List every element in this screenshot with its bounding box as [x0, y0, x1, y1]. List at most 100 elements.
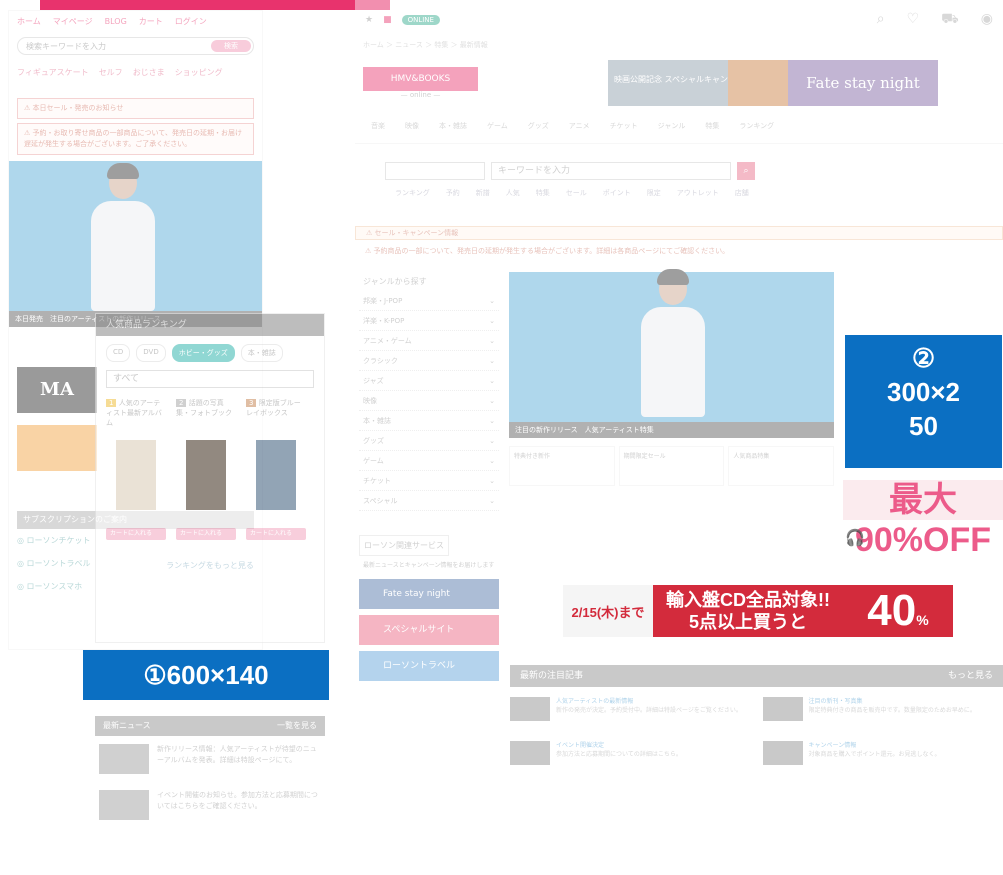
add-to-cart-button[interactable]: カートに入れる [106, 528, 166, 540]
ranking-genre-select[interactable]: すべて [106, 370, 314, 388]
ranking-item[interactable]: 3 限定版ブルーレイボックス カートに入れる [246, 398, 306, 540]
hero-thumb[interactable]: 特典付き新作 [509, 446, 615, 486]
sidebar-news-text: 最新ニュースとキャンペーン情報をお届けします [363, 562, 495, 569]
logo-icon[interactable]: ★ [365, 15, 373, 25]
sidebar-item[interactable]: 邦楽・J-POP ⌄ [359, 291, 499, 311]
ranking-tab[interactable]: CD [106, 344, 131, 362]
sidebar-item[interactable]: 映像 ⌄ [359, 391, 499, 411]
sidebar-item[interactable]: ゲーム ⌄ [359, 451, 499, 471]
ranking-tab-active[interactable]: ホビー・グッズ [171, 344, 235, 362]
ranking-tab[interactable]: 本・雑誌 [240, 344, 283, 362]
left-news-more[interactable]: 一覧を見る [277, 716, 317, 736]
search-tag[interactable]: 人気 [506, 188, 520, 198]
add-to-cart-button[interactable]: カートに入れる [176, 528, 236, 540]
sidebar-item[interactable]: クラシック ⌄ [359, 351, 499, 371]
search-tag[interactable]: 限定 [647, 188, 661, 198]
latest-more[interactable]: もっと見る [948, 665, 993, 687]
ranking-tab[interactable]: DVD [136, 344, 166, 362]
ranking-item[interactable]: 1 人気のアーティスト最新アルバム カートに入れる [106, 398, 166, 540]
search-button[interactable]: ⌕ [737, 162, 755, 180]
menu-item[interactable]: 映像 [405, 121, 419, 131]
percent-off-label: % [916, 612, 929, 628]
sidebar-item[interactable]: ジャズ ⌄ [359, 371, 499, 391]
mobile-nav-home[interactable]: ホーム [17, 16, 41, 27]
cd-campaign-banner[interactable]: 2/15(木)まで 輸入盤CD全品対象!! 5点以上買うと 40% [563, 585, 953, 637]
latest-item[interactable]: 注目の新刊・写真集 限定特典付きの商品を販売中です。数量限定のためお早めに。 [762, 697, 1003, 721]
mobile-notice-1[interactable]: ⚠ 本日セール・発売のお知らせ [17, 98, 254, 119]
sidebar-item[interactable]: チケット ⌄ [359, 471, 499, 491]
desktop-search-input[interactable]: キーワードを入力 [491, 162, 731, 180]
news-item[interactable]: イベント開催のお知らせ。参加方法と応募期間についてはこちらをご確認ください。 [95, 782, 325, 828]
menu-item[interactable]: チケット [610, 121, 638, 131]
search-tag[interactable]: セール [566, 188, 587, 198]
sidebar-item[interactable]: グッズ ⌄ [359, 431, 499, 451]
mobile-nav-login[interactable]: ログイン [175, 16, 207, 27]
search-icon[interactable]: ⌕ [877, 11, 885, 29]
mobile-nav-cart[interactable]: カート [139, 16, 163, 27]
mobile-link[interactable]: おじさま [133, 67, 165, 78]
sidebar-item[interactable]: アニメ・ゲーム ⌄ [359, 331, 499, 351]
sidebar-banner[interactable]: Fate stay night [359, 579, 499, 609]
menu-item[interactable]: ゲーム [487, 121, 508, 131]
sidebar-item[interactable]: 洋楽・K-POP ⌄ [359, 311, 499, 331]
sidebar-banner[interactable]: スペシャルサイト [359, 615, 499, 645]
mobile-link[interactable]: フィギュアスケート [17, 67, 89, 78]
sale-banner[interactable]: 最大90%OFF [843, 480, 1003, 559]
menu-item[interactable]: 音楽 [371, 121, 385, 131]
mobile-nav-blog[interactable]: BLOG [105, 17, 127, 26]
search-tags: ランキング 予約 新譜 人気 特集 セール ポイント 限定 アウトレット 店舗 [355, 188, 1003, 198]
cart-icon[interactable]: ⛟ [941, 11, 959, 29]
mobile-nav-mypage[interactable]: マイページ [53, 16, 93, 27]
mobile-link[interactable]: セルフ [99, 67, 123, 78]
sidebar-link-text: ローソントラベル [26, 559, 91, 568]
mobile-notice-2[interactable]: ⚠ 予約・お取り寄せ商品の一部商品について、発売日の延期・お届け遅延が発生する場… [17, 123, 254, 155]
ringtone-banner[interactable]: 🎧 [845, 528, 1003, 558]
fate-banner[interactable]: Fate stay night [788, 60, 938, 106]
menu-item[interactable]: 特集 [705, 121, 719, 131]
search-tag[interactable]: 予約 [446, 188, 460, 198]
hero-thumb[interactable]: 人気商品特集 [728, 446, 835, 486]
mobile-search-input[interactable]: 検索キーワードを入力 検索 [17, 37, 254, 55]
search-tag[interactable]: 店舗 [735, 188, 749, 198]
search-tag[interactable]: 新譜 [476, 188, 490, 198]
warning-icon: ⚠ [24, 129, 33, 137]
search-tag[interactable]: アウトレット [677, 188, 719, 198]
ranking-panel: 人気商品ランキング CD DVD ホビー・グッズ 本・雑誌 すべて 1 人気のア… [95, 313, 325, 643]
mobile-link[interactable]: ショッピング [175, 67, 223, 78]
desktop-notice-2[interactable]: ⚠ 予約商品の一部について、発売日の延期が発生する場合がございます。詳細は各商品… [355, 240, 1003, 262]
user-icon[interactable]: ◉ [981, 11, 993, 29]
banner-art [728, 60, 788, 106]
search-category-select[interactable] [385, 162, 485, 180]
news-item[interactable]: 新作リリース情報：人気アーティストが待望のニューアルバムを発表。詳細は特設ページ… [95, 736, 325, 782]
menu-item[interactable]: 本・雑誌 [439, 121, 467, 131]
ranking-item[interactable]: 2 話題の写真集・フォトブック カートに入れる [176, 398, 236, 540]
search-tag[interactable]: ランキング [395, 188, 430, 198]
ranking-more-link[interactable]: ランキングをもっと見る [96, 550, 324, 581]
mobile-search-button[interactable]: 検索 [211, 40, 251, 52]
breadcrumb[interactable]: ホーム ＞ ニュース ＞ 特集 ＞ 最新情報 [355, 40, 1003, 58]
heart-icon[interactable]: ♡ [907, 11, 920, 29]
menu-item[interactable]: ジャンル [658, 121, 686, 131]
latest-item[interactable]: 人気アーティストの最新情報 新作の発売が決定。予約受付中。詳細は特設ページをご覧く… [510, 697, 751, 721]
campaign-banner[interactable]: 映画公開記念 スペシャルキャンペーン [608, 60, 788, 106]
menu-item[interactable]: ランキング [739, 121, 774, 131]
hero-thumb[interactable]: 期間限定セール [618, 446, 725, 486]
desktop-notice-1[interactable]: ⚠ セール・キャンペーン情報 [355, 226, 1003, 240]
sidebar-item-label: 映像 [363, 396, 377, 405]
sidebar-item-label: スペシャル [363, 496, 398, 505]
sidebar-banner[interactable]: ローソントラベル [359, 651, 499, 681]
sidebar-item[interactable]: 本・雑誌 ⌄ [359, 411, 499, 431]
latest-item[interactable]: イベント開催決定 参加方法と応募期間についての詳細はこちら。 [510, 741, 751, 765]
store-logo[interactable]: HMV&BOOKS — online — [363, 67, 478, 99]
mobile-banner-orange[interactable] [17, 425, 97, 471]
hero-image[interactable] [509, 269, 834, 422]
sidebar-item[interactable]: スペシャル ⌄ [359, 491, 499, 511]
menu-item[interactable]: アニメ [569, 121, 590, 131]
latest-item[interactable]: キャンペーン情報 対象商品を購入でポイント還元。お見逃しなく。 [762, 741, 1003, 765]
search-tag[interactable]: 特集 [536, 188, 550, 198]
menu-item[interactable]: グッズ [528, 121, 549, 131]
add-to-cart-button[interactable]: カートに入れる [246, 528, 306, 540]
search-tag[interactable]: ポイント [603, 188, 631, 198]
mobile-hero-image[interactable] [9, 161, 262, 311]
mobile-banner-dark[interactable]: MA [17, 367, 97, 413]
